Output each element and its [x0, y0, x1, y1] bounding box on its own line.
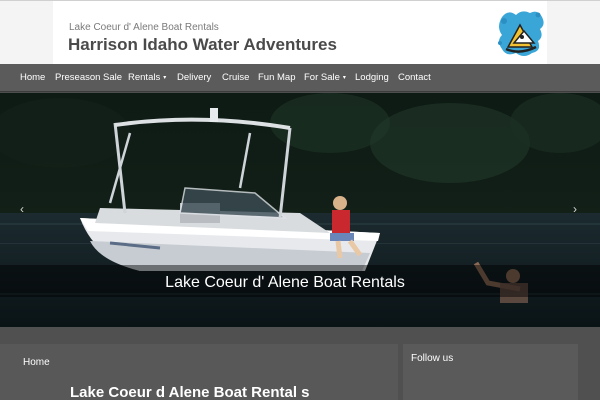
nav-item-lodging[interactable]: Lodging — [355, 64, 389, 92]
widget-title: Follow us — [411, 353, 454, 364]
site-title[interactable]: Harrison Idaho Water Adventures — [68, 35, 337, 55]
main-column: Home Lake Coeur d Alene Boat Rental s — [0, 344, 398, 400]
jetski-logo-icon[interactable] — [494, 7, 546, 63]
sidebar-follow-widget: Follow us — [403, 344, 578, 400]
nav-item-fun-map[interactable]: Fun Map — [258, 64, 296, 92]
nav-item-contact[interactable]: Contact — [398, 64, 431, 92]
nav-item-home[interactable]: Home — [20, 64, 45, 92]
chevron-down-icon: ▾ — [342, 75, 346, 81]
nav-item-label: Fun Map — [258, 72, 296, 83]
site-tagline: Lake Coeur d' Alene Boat Rentals — [69, 22, 219, 33]
slider-prev-arrow[interactable]: ‹ — [20, 203, 24, 215]
page-title: Lake Coeur d Alene Boat Rental s — [70, 384, 310, 400]
nav-item-label: Preseason Sale — [55, 72, 123, 83]
main-navigation: Home Preseason Sale Rentals ▾ Delivery Cr… — [0, 64, 600, 92]
nav-item-cruise[interactable]: Cruise — [222, 64, 249, 92]
header-inner: Lake Coeur d' Alene Boat Rentals Harriso… — [53, 1, 547, 65]
nav-item-label: Contact — [398, 72, 431, 83]
chevron-down-icon: ▾ — [163, 75, 167, 81]
hero-slider[interactable]: Lake Coeur d' Alene Boat Rentals ‹ › — [0, 93, 600, 327]
nav-item-label: Home — [20, 72, 46, 83]
content-area: Home Lake Coeur d Alene Boat Rental s Fo… — [0, 327, 600, 400]
nav-item-label: Lodging — [355, 72, 389, 83]
site-header: Lake Coeur d' Alene Boat Rentals Harriso… — [0, 0, 600, 65]
nav-item-label: For Sale — [304, 72, 340, 83]
nav-item-label: Cruise — [222, 72, 250, 83]
nav-item-delivery[interactable]: Delivery — [177, 64, 211, 92]
nav-item-label: Delivery — [177, 72, 212, 83]
nav-item-rentals[interactable]: Rentals ▾ — [128, 64, 166, 92]
nav-item-preseason-sale[interactable]: Preseason Sale — [55, 64, 122, 92]
nav-item-label: Rentals — [128, 72, 161, 83]
breadcrumb[interactable]: Home — [23, 357, 50, 368]
slider-next-arrow[interactable]: › — [573, 203, 577, 215]
nav-item-for-sale[interactable]: For Sale ▾ — [304, 64, 346, 92]
slide-caption: Lake Coeur d' Alene Boat Rentals — [165, 274, 405, 291]
